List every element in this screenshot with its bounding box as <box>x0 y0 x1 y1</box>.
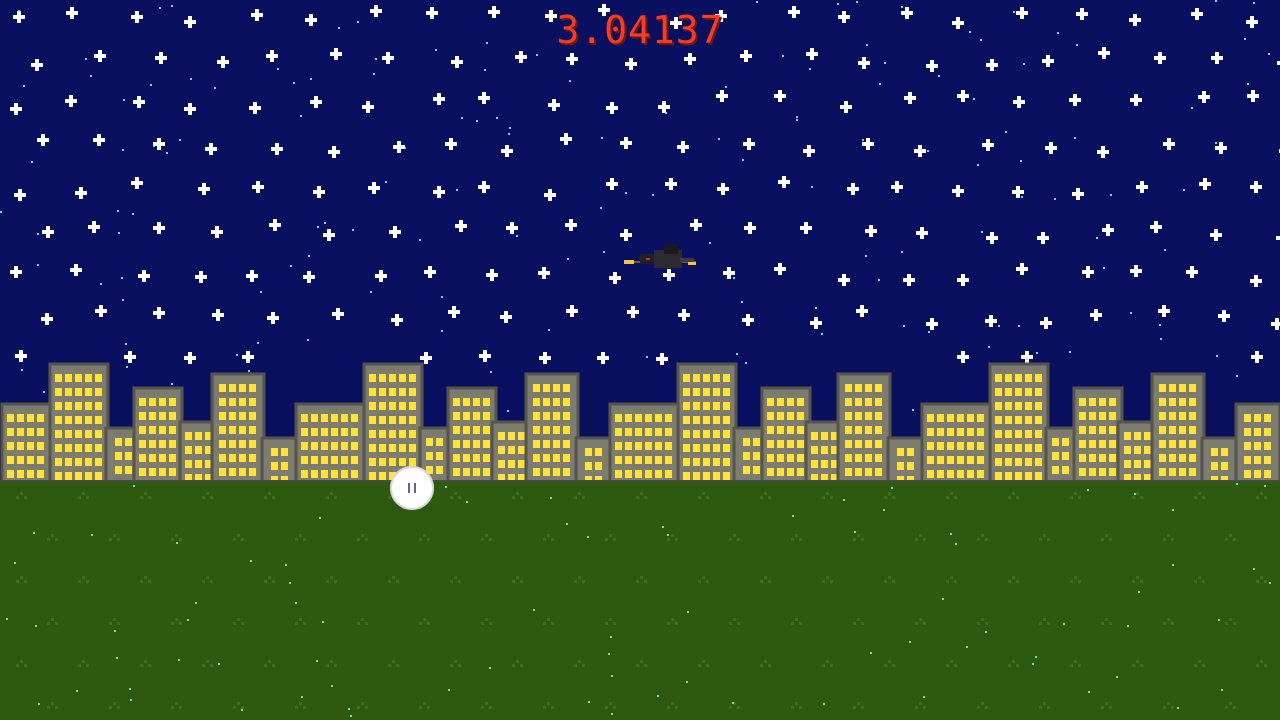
building <box>132 386 184 484</box>
witch-on-broom-icon <box>624 244 696 268</box>
building <box>1234 402 1280 484</box>
building <box>1150 372 1206 484</box>
building <box>210 372 266 484</box>
building <box>676 362 738 484</box>
building <box>446 386 498 484</box>
city-skyline <box>0 362 1280 484</box>
building <box>574 436 614 484</box>
game-scene[interactable]: 3.04137 <box>0 0 1280 720</box>
building <box>836 372 892 484</box>
building <box>886 436 926 484</box>
pause-button[interactable] <box>390 466 434 510</box>
building <box>260 436 300 484</box>
building <box>608 402 680 484</box>
building <box>0 402 52 484</box>
building <box>294 402 366 484</box>
grass-ground <box>0 482 1280 720</box>
building <box>1200 436 1240 484</box>
pause-icon <box>408 483 410 493</box>
pause-icon-bar <box>414 483 416 493</box>
building <box>988 362 1050 484</box>
building <box>1072 386 1124 484</box>
building <box>48 362 110 484</box>
building <box>1044 426 1078 484</box>
building <box>524 372 580 484</box>
building <box>760 386 812 484</box>
building <box>920 402 992 484</box>
